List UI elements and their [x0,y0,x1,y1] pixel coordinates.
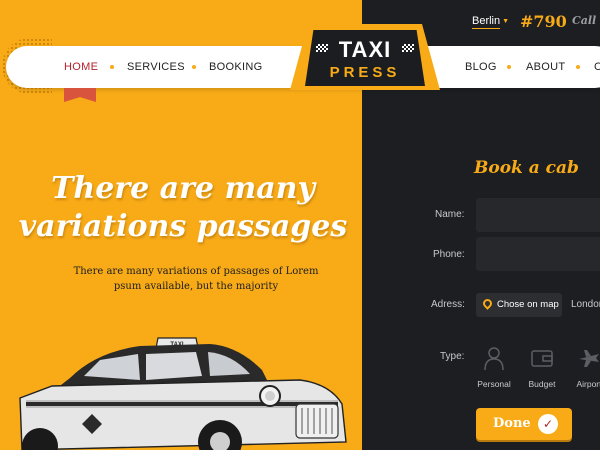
type-option-budget[interactable]: Budget [520,345,564,389]
nav-item-services[interactable]: SERVICES [127,61,185,73]
name-field[interactable] [476,198,600,232]
city-label: Berlin [472,15,501,29]
type-label-personal: Personal [477,379,511,389]
nav-item-booking[interactable]: BOOKING [209,61,262,73]
wallet-icon [531,350,553,367]
logo-text-press: PRESS [329,64,401,81]
city-selector[interactable]: Berlin ▼ [472,15,510,29]
hero-title: There are many variations passages [18,171,348,244]
map-pin-icon [481,297,494,310]
type-option-personal[interactable]: Personal [472,345,516,389]
type-label: Type: [440,351,465,362]
type-label-airport: Airport [576,379,600,389]
address-value[interactable]: London [571,299,600,310]
checkmark-icon: ✓ [538,414,558,434]
nav-item-blog[interactable]: BLOG [465,61,497,73]
nav-separator-dot [192,65,196,69]
done-label: Done [493,416,531,431]
address-label: Adress: [431,299,465,310]
nav-separator-dot [507,65,511,69]
nav-item-contact[interactable]: C [594,61,600,73]
hero-subtitle: There are many variations of passages of… [73,266,319,292]
nav-separator-dot [110,65,114,69]
person-icon [484,347,504,371]
taxi-car-illustration: TAXI [19,337,347,450]
call-us-text: Call us [572,14,600,27]
airplane-icon [579,350,599,367]
nav-separator-dot [576,65,580,69]
nav-item-about[interactable]: ABOUT [526,61,565,73]
phone-label: Phone: [433,249,465,260]
choose-on-map-label: Chose on map [497,299,559,310]
checker-icon [316,44,328,52]
phone-number[interactable]: #790 [520,12,567,31]
logo-text-taxi: TAXI [338,37,392,62]
done-button[interactable]: Done ✓ [476,408,572,440]
name-label: Name: [435,209,465,220]
nav-item-home[interactable]: HOME [64,61,98,73]
chevron-down-icon: ▼ [502,17,510,25]
type-label-budget: Budget [528,379,556,389]
booking-title: Book a cab [474,158,579,178]
checker-icon [402,44,414,52]
type-option-airport[interactable]: Airport [567,345,600,389]
phone-field[interactable] [476,237,600,271]
choose-on-map-button[interactable]: Chose on map [476,293,562,317]
